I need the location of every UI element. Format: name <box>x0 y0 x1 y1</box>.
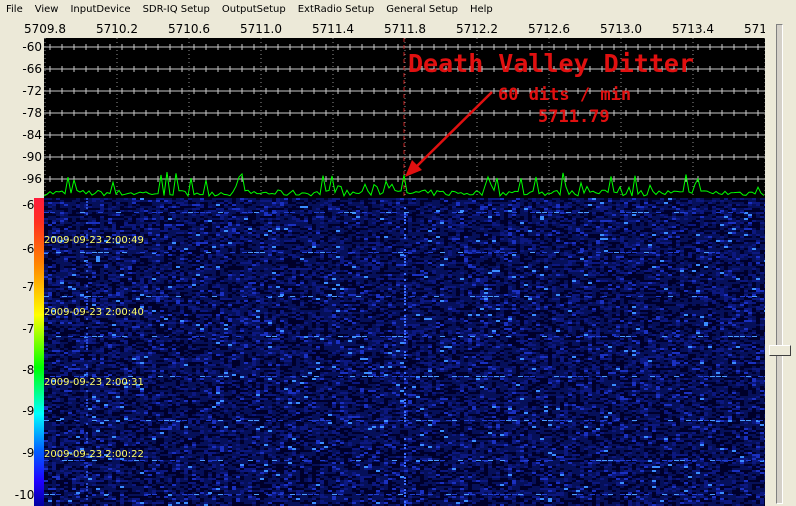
menu-bar: File View InputDevice SDR-IQ Setup OutputSet… <box>0 0 796 20</box>
annotation-frequency: 5711.79 <box>538 107 610 127</box>
spectrum-db-tick-label: -96 <box>22 172 42 186</box>
menu-item-extradio-setup[interactable]: ExtRadio Setup <box>292 0 381 20</box>
spectrum-db-tick-label: -72 <box>22 84 42 98</box>
waterfall-plot <box>44 198 765 506</box>
waterfall-timestamp: 2009-09-23 2:00:49 <box>44 235 144 246</box>
waterfall-timestamp: 2009-09-23 2:00:40 <box>44 307 144 318</box>
spectrum-db-tick-label: -90 <box>22 150 42 164</box>
frequency-tick-label: 5710.6 <box>168 22 210 36</box>
spectrum-db-tick-label: -60 <box>22 40 42 54</box>
annotation-title: Death Valley Ditter <box>408 49 694 78</box>
level-slider-panel <box>765 20 796 506</box>
frequency-tick-label: 5713.0 <box>600 22 642 36</box>
spectrum-db-tick-label: -66 <box>22 62 42 76</box>
frequency-tick-label: 5711.4 <box>312 22 354 36</box>
menu-item-general-setup[interactable]: General Setup <box>380 0 464 20</box>
color-scale-bar <box>34 198 44 506</box>
waterfall-timestamp: 2009-09-23 2:00:31 <box>44 377 144 388</box>
spectrum-db-tick-label: -84 <box>22 128 42 142</box>
menu-item-inputdevice[interactable]: InputDevice <box>64 0 136 20</box>
frequency-axis: 5709.8 5710.2 5710.6 5711.0 5711.4 5711.8 5712… <box>0 20 765 38</box>
menu-item-help[interactable]: Help <box>464 0 499 20</box>
menu-item-outputsetup[interactable]: OutputSetup <box>216 0 292 20</box>
menu-item-view[interactable]: View <box>29 0 65 20</box>
frequency-tick-label: 5713.4 <box>672 22 714 36</box>
frequency-tick-label: 5709.8 <box>24 22 66 36</box>
frequency-tick-label: 5710.2 <box>96 22 138 36</box>
frequency-tick-label: 5712.2 <box>456 22 498 36</box>
menu-item-file[interactable]: File <box>0 0 29 20</box>
frequency-tick-label: 5711.8 <box>384 22 426 36</box>
spectrum-db-axis: -60 -66 -72 -78 -84 -90 -96 <box>0 38 44 198</box>
spectrum-db-tick-label: -78 <box>22 106 42 120</box>
level-slider-thumb[interactable] <box>769 345 791 356</box>
waterfall-timestamp: 2009-09-23 2:00:22 <box>44 449 144 460</box>
level-slider-track[interactable] <box>776 24 783 504</box>
frequency-tick-label: 5711.0 <box>240 22 282 36</box>
frequency-tick-label: 5712.6 <box>528 22 570 36</box>
menu-item-sdr-iq-setup[interactable]: SDR-IQ Setup <box>137 0 216 20</box>
waterfall-display[interactable]: 2009-09-23 2:00:49 2009-09-23 2:00:40 2009… <box>44 198 765 506</box>
annotation-rate: 60 dits / min <box>498 85 631 105</box>
